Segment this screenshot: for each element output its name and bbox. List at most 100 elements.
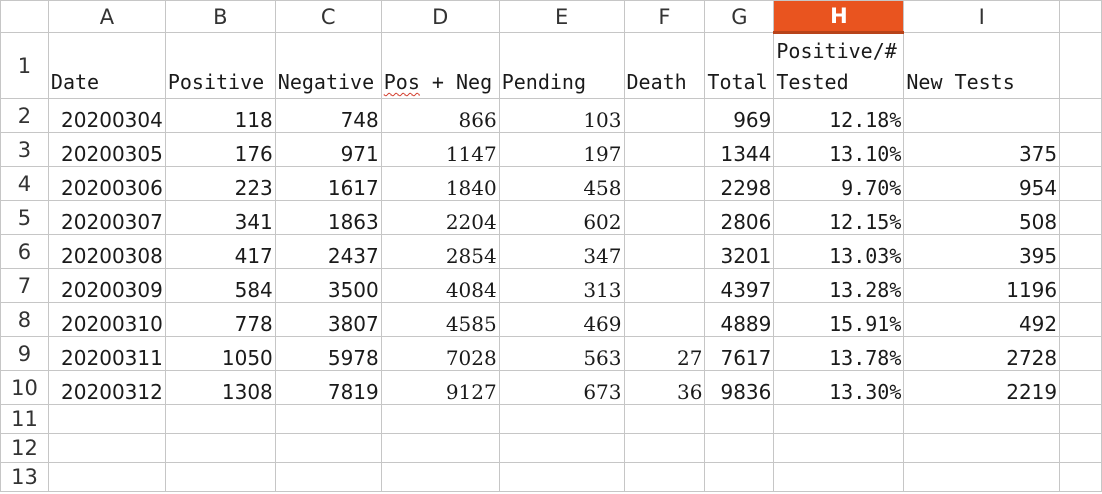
cell-b4[interactable]: 223: [164, 166, 276, 201]
cell-b12[interactable]: [164, 433, 276, 463]
column-header-c[interactable]: C: [274, 0, 382, 33]
cell-j8[interactable]: [1059, 302, 1102, 337]
cell-g10[interactable]: 9836: [704, 370, 775, 405]
cell-b7[interactable]: 584: [164, 268, 276, 303]
cell-h7[interactable]: 13.28%: [773, 268, 905, 303]
cell-a10[interactable]: 20200312: [47, 370, 166, 405]
cell-h2[interactable]: 12.18%: [773, 98, 905, 133]
cell-a5[interactable]: 20200307: [47, 200, 166, 235]
row-header[interactable]: 7: [0, 268, 49, 303]
cell-g11[interactable]: [704, 404, 775, 434]
cell-c5[interactable]: 1863: [274, 200, 382, 235]
cell-j6[interactable]: [1059, 234, 1102, 269]
cell-a1[interactable]: Date: [47, 32, 166, 99]
cell-i10[interactable]: 2219: [903, 370, 1061, 405]
cell-j11[interactable]: [1059, 404, 1102, 434]
cell-f12[interactable]: [623, 433, 706, 463]
cell-b6[interactable]: 417: [164, 234, 276, 269]
cell-i11[interactable]: [903, 404, 1061, 434]
cell-c13[interactable]: [274, 462, 382, 492]
cell-h8[interactable]: 15.91%: [773, 302, 905, 337]
cell-e5[interactable]: 602: [498, 200, 625, 235]
cell-e13[interactable]: [498, 462, 625, 492]
cell-j1[interactable]: [1059, 32, 1102, 99]
cell-f10[interactable]: 36: [623, 370, 706, 405]
column-header-f[interactable]: F: [623, 0, 706, 33]
row-header[interactable]: 2: [0, 98, 49, 133]
cell-d5[interactable]: 2204: [380, 200, 500, 235]
cell-j5[interactable]: [1059, 200, 1102, 235]
cell-a12[interactable]: [47, 433, 166, 463]
cell-f1[interactable]: Death: [623, 32, 706, 99]
column-header-e[interactable]: E: [498, 0, 625, 33]
cell-e10[interactable]: 673: [498, 370, 625, 405]
row-header[interactable]: 13: [0, 462, 49, 492]
column-header-g[interactable]: G: [704, 0, 775, 33]
row-header[interactable]: 12: [0, 433, 49, 463]
cell-i8[interactable]: 492: [903, 302, 1061, 337]
row-header[interactable]: 5: [0, 200, 49, 235]
cell-e2[interactable]: 103: [498, 98, 625, 133]
cell-c4[interactable]: 1617: [274, 166, 382, 201]
column-header-d[interactable]: D: [380, 0, 500, 33]
cell-h9[interactable]: 13.78%: [773, 336, 905, 371]
cell-d3[interactable]: 1147: [380, 132, 500, 167]
cell-e7[interactable]: 313: [498, 268, 625, 303]
cell-i4[interactable]: 954: [903, 166, 1061, 201]
cell-a6[interactable]: 20200308: [47, 234, 166, 269]
cell-i13[interactable]: [903, 462, 1061, 492]
cell-j7[interactable]: [1059, 268, 1102, 303]
cell-f13[interactable]: [623, 462, 706, 492]
cell-e12[interactable]: [498, 433, 625, 463]
cell-i7[interactable]: 1196: [903, 268, 1061, 303]
cell-e3[interactable]: 197: [498, 132, 625, 167]
cell-g5[interactable]: 2806: [704, 200, 775, 235]
cell-h12[interactable]: [773, 433, 905, 463]
row-header[interactable]: 9: [0, 336, 49, 371]
cell-f7[interactable]: [623, 268, 706, 303]
cell-a7[interactable]: 20200309: [47, 268, 166, 303]
cell-e9[interactable]: 563: [498, 336, 625, 371]
cell-f2[interactable]: [623, 98, 706, 133]
cell-h6[interactable]: 13.03%: [773, 234, 905, 269]
cell-d11[interactable]: [380, 404, 500, 434]
cell-d9[interactable]: 7028: [380, 336, 500, 371]
cell-c8[interactable]: 3807: [274, 302, 382, 337]
cell-j3[interactable]: [1059, 132, 1102, 167]
row-header[interactable]: 1: [0, 32, 49, 99]
cell-g3[interactable]: 1344: [704, 132, 775, 167]
cell-a8[interactable]: 20200310: [47, 302, 166, 337]
cell-i9[interactable]: 2728: [903, 336, 1061, 371]
cell-g9[interactable]: 7617: [704, 336, 775, 371]
cell-j9[interactable]: [1059, 336, 1102, 371]
cell-e1[interactable]: Pending: [498, 32, 625, 99]
cell-c2[interactable]: 748: [274, 98, 382, 133]
cell-g4[interactable]: 2298: [704, 166, 775, 201]
cell-b8[interactable]: 778: [164, 302, 276, 337]
cell-j12[interactable]: [1059, 433, 1102, 463]
cell-j10[interactable]: [1059, 370, 1102, 405]
row-header[interactable]: 10: [0, 370, 49, 405]
column-header-h[interactable]: H: [773, 0, 905, 34]
cell-g8[interactable]: 4889: [704, 302, 775, 337]
column-header-i[interactable]: I: [903, 0, 1061, 33]
cell-b5[interactable]: 341: [164, 200, 276, 235]
cell-h5[interactable]: 12.15%: [773, 200, 905, 235]
cell-i3[interactable]: 375: [903, 132, 1061, 167]
cell-f5[interactable]: [623, 200, 706, 235]
row-header[interactable]: 4: [0, 166, 49, 201]
cell-b1[interactable]: Positive: [164, 32, 276, 99]
cell-f4[interactable]: [623, 166, 706, 201]
row-header[interactable]: 6: [0, 234, 49, 269]
cell-c3[interactable]: 971: [274, 132, 382, 167]
cell-a11[interactable]: [47, 404, 166, 434]
row-header[interactable]: 8: [0, 302, 49, 337]
cell-h1[interactable]: Positive/# Tested: [773, 32, 905, 99]
cell-h3[interactable]: 13.10%: [773, 132, 905, 167]
cell-g6[interactable]: 3201: [704, 234, 775, 269]
cell-b9[interactable]: 1050: [164, 336, 276, 371]
cell-b2[interactable]: 118: [164, 98, 276, 133]
cell-d12[interactable]: [380, 433, 500, 463]
cell-g12[interactable]: [704, 433, 775, 463]
column-header-b[interactable]: B: [164, 0, 276, 33]
